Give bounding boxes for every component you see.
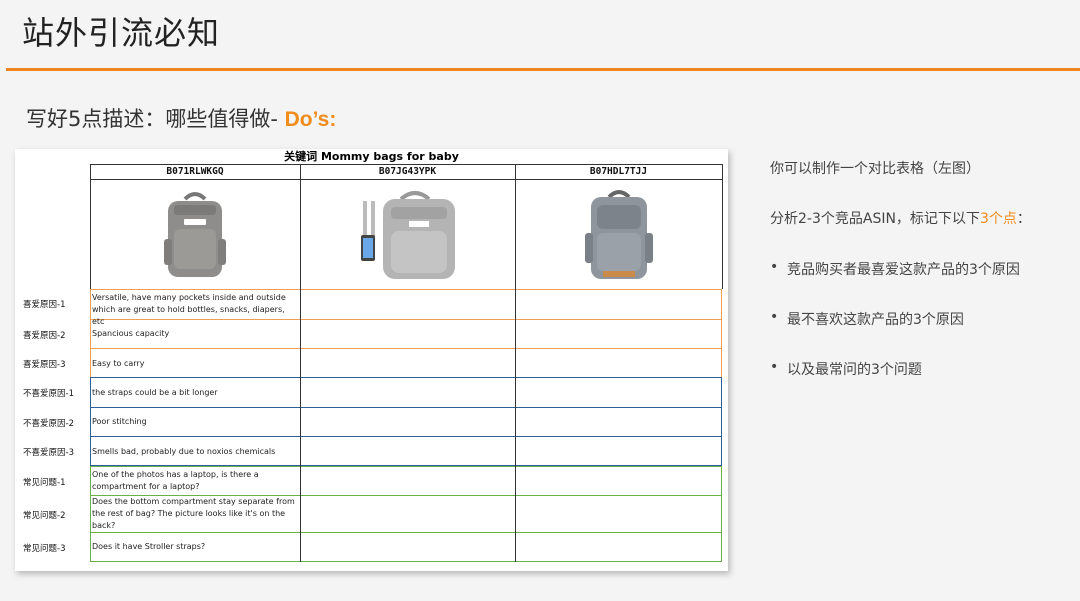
grid-line xyxy=(90,348,722,349)
grid-line xyxy=(90,436,722,437)
subtitle-text: 写好5点描述：哪些值得做- xyxy=(26,107,285,131)
column-header-asin-3: B07HDL7TJJ xyxy=(589,166,648,177)
cell-text: One of the photos has a laptop, is there… xyxy=(92,470,259,491)
backpack-icon xyxy=(360,190,455,279)
notes-highlight: 3个点 xyxy=(979,211,1017,227)
subtitle: 写好5点描述：哪些值得做- Do’s: xyxy=(26,103,336,133)
table-title: 关键词 Mommy bags for baby xyxy=(284,150,459,163)
cell-text: Smells bad, probably due to noxios chemi… xyxy=(92,447,276,456)
bullet-icon: • xyxy=(770,359,779,375)
row-label: 常见问题-1 xyxy=(23,478,66,488)
row-label: 常见问题-3 xyxy=(23,544,66,554)
comparison-table-image: 关键词 Mommy bags for baby B071RLWKGQ B07JG… xyxy=(15,149,728,571)
cell-text: Poor stitching xyxy=(92,417,147,426)
backpack-icon xyxy=(164,191,226,277)
page-title: 站外引流必知 xyxy=(22,14,221,52)
grid-line xyxy=(722,164,723,289)
notes-line-2-text: 分析2-3个竞品ASIN，标记下以下 xyxy=(770,211,980,227)
cell-text: Versatile, have many pockets inside and … xyxy=(92,293,286,326)
row-label: 常见问题-2 xyxy=(23,511,66,521)
backpack-icon xyxy=(584,189,653,279)
cell-text: Does it have Stroller straps? xyxy=(92,542,206,551)
product-image-2 xyxy=(300,180,515,289)
cell-text: the straps could be a bit longer xyxy=(92,388,218,397)
grid-line xyxy=(515,289,516,562)
row-label: 不喜爱原因-3 xyxy=(23,448,74,458)
grid-line xyxy=(90,407,722,408)
row-label: 喜爱原因-2 xyxy=(23,331,66,341)
bullet-text: 以及最常问的3个问题 xyxy=(787,362,922,378)
cell-text: Easy to carry xyxy=(92,359,145,368)
cell-text: Does the bottom compartment stay separat… xyxy=(92,497,295,530)
row-label: 不喜爱原因-1 xyxy=(23,389,74,399)
row-label: 不喜爱原因-2 xyxy=(23,419,74,429)
bullet-text: 最不喜欢这款产品的3个原因 xyxy=(787,312,964,328)
product-image-1 xyxy=(90,180,300,289)
cell-text: Spancious capacity xyxy=(92,329,170,338)
title-divider xyxy=(6,68,1080,71)
column-header-asin-2: B07JG43YPK xyxy=(378,166,437,177)
bullet-icon: • xyxy=(770,309,779,325)
row-label: 喜爱原因-1 xyxy=(23,300,66,310)
notes-line-2: 分析2-3个竞品ASIN，标记下以下3个点： xyxy=(770,208,1031,228)
bullet-text: 竞品购买者最喜爱这款产品的3个原因 xyxy=(787,262,1020,278)
bullet-icon: • xyxy=(770,259,779,275)
row-label: 喜爱原因-3 xyxy=(23,360,66,370)
notes-line-1: 你可以制作一个对比表格（左图） xyxy=(770,161,980,177)
product-image-3 xyxy=(515,180,722,289)
column-header-asin-1: B071RLWKGQ xyxy=(166,166,224,177)
grid-line xyxy=(300,289,301,562)
grid-line xyxy=(90,532,722,533)
notes-line-2-suffix: ： xyxy=(1016,211,1031,227)
subtitle-emphasis: Do’s: xyxy=(284,108,337,131)
